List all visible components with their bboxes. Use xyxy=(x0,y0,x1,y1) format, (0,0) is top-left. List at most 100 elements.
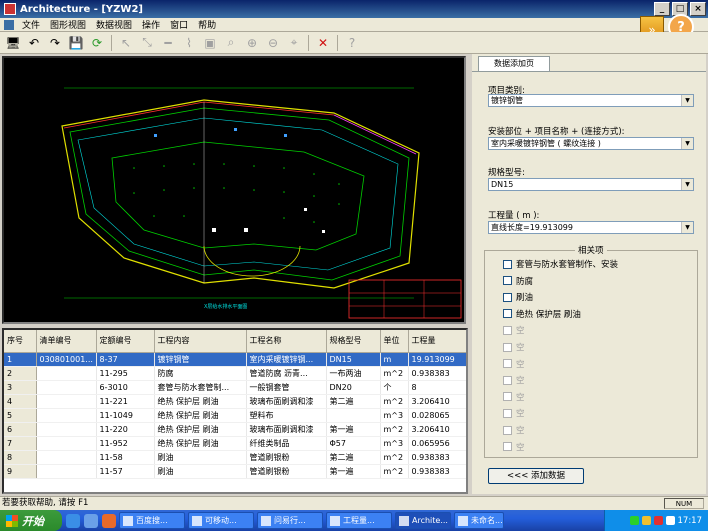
task-baidu[interactable]: 百度搜... xyxy=(119,512,185,529)
table-cell: DN15 xyxy=(326,352,381,367)
table-row[interactable]: 9 11-57 刷油 管道刷银粉 第一遍 m^2 0.938383 xyxy=(4,464,466,479)
ie-icon[interactable] xyxy=(66,513,80,528)
menu-help[interactable]: 帮助 xyxy=(193,18,221,31)
checkbox-icon[interactable] xyxy=(503,425,512,435)
refresh-icon[interactable]: ⟳ xyxy=(88,34,106,52)
column-header[interactable]: 序号 xyxy=(4,330,37,353)
task-wenyi[interactable]: 问易行... xyxy=(257,512,323,529)
related-item-checkbox[interactable]: 空 xyxy=(503,391,525,403)
table-row[interactable]: 2 11-295 防腐 管道防腐 沥青... 一布两油 m^2 0.938383 xyxy=(4,366,466,381)
table-cell: 9 xyxy=(4,464,37,479)
related-item-checkbox[interactable]: 空 xyxy=(503,324,525,336)
undo-icon[interactable]: ↶ xyxy=(25,34,43,52)
zoom-out-icon[interactable]: ⊖ xyxy=(264,34,282,52)
frame-icon[interactable]: ▣ xyxy=(201,34,219,52)
checkbox-icon[interactable] xyxy=(503,325,512,335)
quantity-select[interactable]: 直线长度=19.913099 ▼ xyxy=(488,221,694,234)
related-item-checkbox[interactable]: 空 xyxy=(503,407,525,419)
menu-file[interactable]: 文件 xyxy=(17,18,45,31)
polyline-icon[interactable]: ⌇ xyxy=(180,34,198,52)
column-header[interactable]: 工程量 xyxy=(408,330,466,353)
table-cell: 套管与防水套管制... xyxy=(154,380,247,395)
folder-icon xyxy=(330,515,340,526)
zoom-window-icon[interactable]: ⌕ xyxy=(222,34,240,52)
related-item-checkbox[interactable]: 绝热 保护层 刷油 xyxy=(503,308,581,320)
table-row[interactable]: 1 030801001... 8-37 镀锌钢管 室内采暖镀锌钢... DN15 m 19.9… xyxy=(4,352,466,367)
menu-operation[interactable]: 操作 xyxy=(137,18,165,31)
checkbox-icon[interactable] xyxy=(503,309,512,319)
column-header[interactable]: 规格型号 xyxy=(326,330,381,353)
table-cell: 4 xyxy=(4,394,37,409)
minimize-button[interactable]: _ xyxy=(654,2,670,16)
network-icon[interactable] xyxy=(629,516,639,525)
related-item-checkbox[interactable]: 空 xyxy=(503,424,525,436)
column-header[interactable]: 清单编号 xyxy=(36,330,97,353)
delete-icon[interactable]: ✕ xyxy=(314,34,332,52)
table-cell: 0.028065 xyxy=(408,408,466,423)
security-icon[interactable] xyxy=(641,516,651,525)
redo-icon[interactable]: ↷ xyxy=(46,34,64,52)
close-button[interactable]: × xyxy=(690,2,706,16)
zoom-in-icon[interactable]: ⊕ xyxy=(243,34,261,52)
column-header[interactable]: 单位 xyxy=(380,330,409,353)
checkbox-icon[interactable] xyxy=(503,442,512,452)
checkbox-icon[interactable] xyxy=(503,392,512,402)
start-button[interactable]: 开始 xyxy=(0,510,62,531)
checkbox-icon[interactable] xyxy=(503,408,512,418)
table-row[interactable]: 6 11-220 绝热 保护层 刷油 玻璃布面刷调和漆 第一遍 m^2 3.206410 xyxy=(4,422,466,437)
checkbox-icon[interactable] xyxy=(503,276,512,286)
task-untitled[interactable]: 未命名... xyxy=(454,512,504,529)
zoom-extents-icon[interactable]: ⌖ xyxy=(285,34,303,52)
related-item-checkbox[interactable]: 空 xyxy=(503,441,525,453)
menu-window[interactable]: 窗口 xyxy=(165,18,193,31)
antivirus-icon[interactable] xyxy=(653,516,663,525)
chevron-down-icon[interactable]: ▼ xyxy=(681,179,693,190)
menu-bar: 文件 图形视图 数据视图 操作 窗口 帮助 xyxy=(0,18,708,32)
checkbox-icon[interactable] xyxy=(503,259,512,269)
column-header[interactable]: 工程名称 xyxy=(246,330,327,353)
pick-icon[interactable]: ⤡ xyxy=(138,34,156,52)
chevron-down-icon[interactable]: ▼ xyxy=(681,95,693,106)
checkbox-icon[interactable] xyxy=(503,292,512,302)
tab-data-entry[interactable]: 数据添加页 xyxy=(478,56,550,72)
task-removable[interactable]: 可移动... xyxy=(188,512,254,529)
checkbox-icon[interactable] xyxy=(503,359,512,369)
cad-drawing-view[interactable]: X层给水排水平面图 xyxy=(2,56,466,324)
column-header[interactable]: 定额编号 xyxy=(96,330,155,353)
related-item-checkbox[interactable]: 空 xyxy=(503,341,525,353)
table-cell: 玻璃布面刷调和漆 xyxy=(246,422,327,437)
column-header[interactable]: 工程内容 xyxy=(154,330,247,353)
table-row[interactable]: 4 11-221 绝热 保护层 刷油 玻璃布面刷调和漆 第二遍 m^2 3.206410 xyxy=(4,394,466,409)
pointer-icon[interactable]: ↖ xyxy=(117,34,135,52)
desktop-icon[interactable] xyxy=(84,513,98,528)
save-icon[interactable]: 💾 xyxy=(67,34,85,52)
related-item-checkbox[interactable]: 空 xyxy=(503,374,525,386)
checkbox-icon[interactable] xyxy=(503,342,512,352)
related-item-checkbox[interactable]: 防腐 xyxy=(503,275,533,287)
chevron-down-icon[interactable]: ▼ xyxy=(681,138,693,149)
related-item-checkbox[interactable]: 套管与防水套管制作、安装 xyxy=(503,258,618,270)
checkbox-icon[interactable] xyxy=(503,375,512,385)
related-item-checkbox[interactable]: 空 xyxy=(503,358,525,370)
location-select[interactable]: 室内采暖镀锌钢管 ( 螺纹连接 ) ▼ xyxy=(488,137,694,150)
monitor-icon[interactable]: 🖥 xyxy=(4,34,22,52)
spec-select[interactable]: DN15 ▼ xyxy=(488,178,694,191)
table-cell: 11-220 xyxy=(96,422,155,437)
media-icon[interactable] xyxy=(102,513,116,528)
quantity-value: 直线长度=19.913099 xyxy=(491,223,573,232)
add-data-button[interactable]: <<< 添加数据 xyxy=(488,468,584,484)
table-row[interactable]: 5 11-1049 绝热 保护层 刷油 塑料布 m^3 0.028065 xyxy=(4,408,466,423)
related-item-checkbox[interactable]: 刷油 xyxy=(503,291,533,303)
help-icon[interactable]: ? xyxy=(343,34,361,52)
volume-icon[interactable] xyxy=(665,516,675,525)
task-quantity[interactable]: 工程量... xyxy=(326,512,392,529)
table-row[interactable]: 8 11-58 刷油 管道刷银粉 第二遍 m^2 0.938383 xyxy=(4,450,466,465)
item-type-select[interactable]: 镀锌钢管 ▼ xyxy=(488,94,694,107)
chevron-down-icon[interactable]: ▼ xyxy=(681,222,693,233)
menu-graphic-view[interactable]: 图形视图 xyxy=(45,18,91,31)
line-icon[interactable]: ━ xyxy=(159,34,177,52)
task-architecture[interactable]: Archite... xyxy=(395,512,451,529)
table-row[interactable]: 3 6-3010 套管与防水套管制... 一般钢套管 DN20 个 8 xyxy=(4,380,466,395)
menu-data-view[interactable]: 数据视图 xyxy=(91,18,137,31)
table-row[interactable]: 7 11-952 绝热 保护层 刷油 纤维类制品 Φ57 m^3 0.065956 xyxy=(4,436,466,451)
